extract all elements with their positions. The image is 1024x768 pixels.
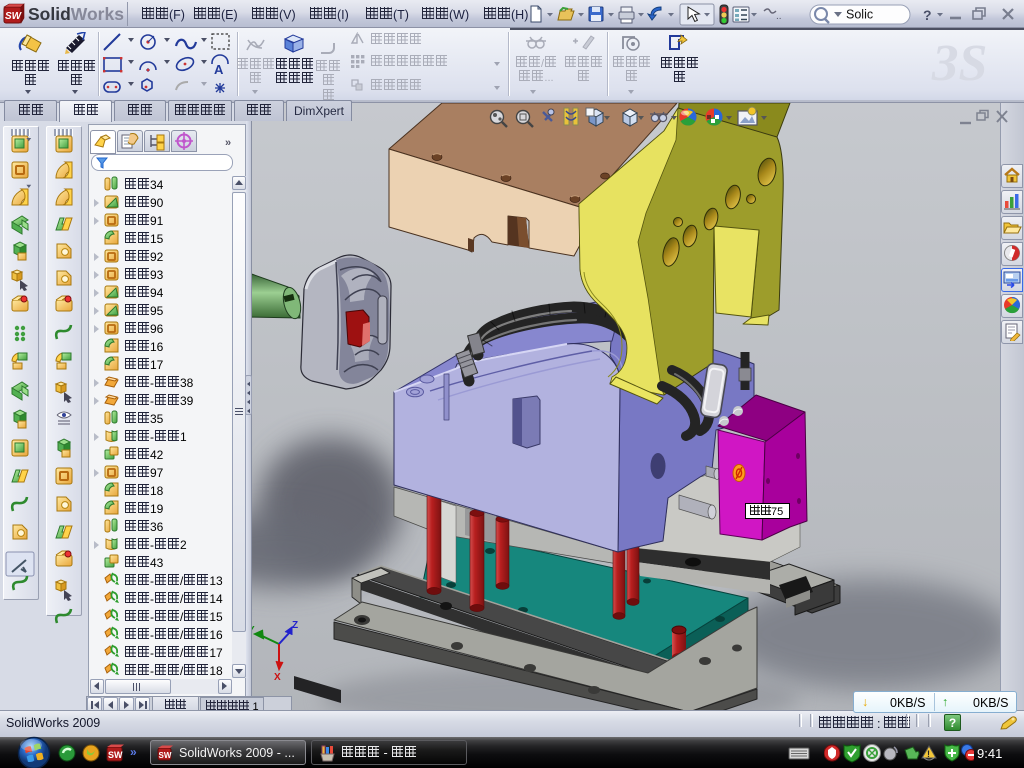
- svg-text:X: X: [274, 672, 281, 683]
- svg-text:Z: Z: [292, 620, 298, 631]
- svg-text:Solic: Solic: [846, 8, 873, 22]
- svg-text:Y: Y: [252, 625, 255, 636]
- svg-text:»: »: [130, 745, 137, 759]
- svg-text:SW: SW: [108, 750, 123, 760]
- svg-text:SW: SW: [5, 11, 23, 22]
- svg-text:?: ?: [923, 7, 932, 23]
- svg-text:..: ..: [776, 11, 782, 22]
- svg-text:!: !: [927, 749, 930, 759]
- svg-text:A: A: [214, 62, 224, 77]
- svg-text:SW: SW: [159, 751, 172, 760]
